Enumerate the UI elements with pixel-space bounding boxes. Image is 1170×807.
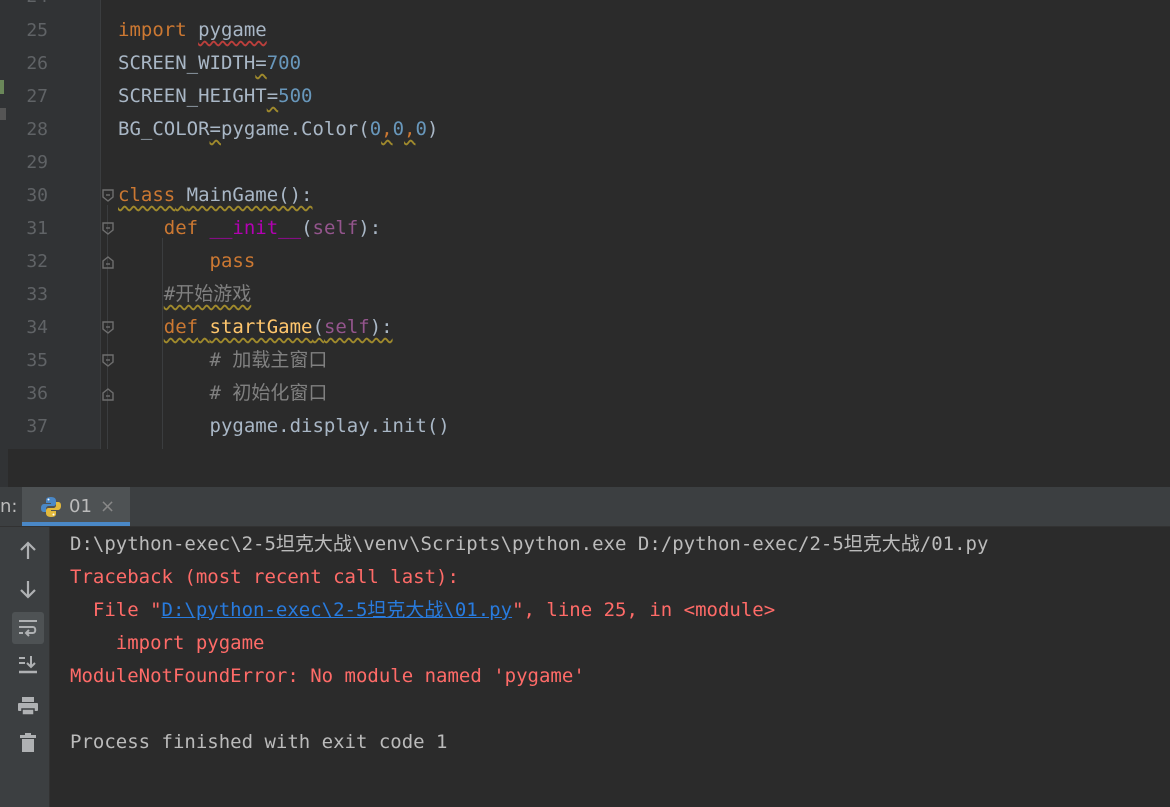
console-file-line: File "D:\python-exec\2-5坦克大战\01.py", lin… — [70, 599, 776, 621]
run-tab-01[interactable]: 01 × — [22, 487, 130, 526]
line-number: 33 — [26, 284, 48, 305]
run-panel-header: n: 01 × — [0, 487, 1170, 527]
line-number: 30 — [26, 185, 48, 206]
console-error-line: ModuleNotFoundError: No module named 'py… — [70, 665, 585, 687]
console-command-line: D:\python-exec\2-5坦克大战\venv\Scripts\pyth… — [70, 533, 989, 555]
trash-icon[interactable] — [12, 727, 44, 759]
code-line: 30 class MainGame(): — [0, 179, 1170, 212]
line-number: 27 — [26, 86, 48, 107]
up-arrow-icon[interactable] — [12, 535, 44, 567]
python-icon — [40, 496, 62, 518]
line-number: 29 — [26, 152, 48, 173]
code-line: 37 pygame.display.init() — [0, 410, 1170, 443]
code-line: 26 SCREEN_WIDTH=700 — [0, 47, 1170, 80]
code-line: 25 import pygame — [0, 14, 1170, 47]
code-editor[interactable]: 24 25 import pygame 26 SCREEN_WIDTH=700 … — [0, 0, 1170, 449]
code-line: 33 #开始游戏 — [0, 278, 1170, 311]
run-panel-label: n: — [0, 496, 18, 517]
code-line: 34 def startGame(self): — [0, 311, 1170, 344]
line-number: 28 — [26, 119, 48, 140]
change-marker — [0, 80, 4, 94]
code-line: 27 SCREEN_HEIGHT=500 — [0, 80, 1170, 113]
code-line: 35 # 加载主窗口 — [0, 344, 1170, 377]
code-line: 31 def __init__(self): — [0, 212, 1170, 245]
line-number: 31 — [26, 218, 48, 239]
tab-label: 01 — [69, 496, 92, 517]
console-traceback-line: Traceback (most recent call last): — [70, 566, 459, 588]
bookmark-marker — [0, 108, 6, 120]
left-tool-strip — [0, 0, 8, 487]
line-number: 32 — [26, 251, 48, 272]
code-line: 28 BG_COLOR=pygame.Color(0,0,0) — [0, 113, 1170, 146]
fold-close-icon[interactable] — [101, 387, 115, 401]
scroll-to-end-icon[interactable] — [12, 649, 44, 681]
line-number: 35 — [26, 350, 48, 371]
fold-close-icon[interactable] — [101, 255, 115, 269]
editor-bottom-strip — [0, 449, 1170, 487]
line-number: 25 — [26, 20, 48, 41]
console-toolbar — [0, 527, 50, 807]
code-line: 32 pass — [0, 245, 1170, 278]
down-arrow-icon[interactable] — [12, 573, 44, 605]
active-tab-indicator — [22, 522, 130, 526]
line-number: 37 — [26, 416, 48, 437]
code-line: 29 — [0, 146, 1170, 179]
fold-open-icon[interactable] — [101, 354, 115, 368]
fold-open-icon[interactable] — [101, 189, 115, 203]
close-icon[interactable]: × — [100, 487, 115, 526]
console-import-line: import pygame — [70, 632, 265, 654]
line-number: 24 — [8, 0, 48, 13]
print-icon[interactable] — [12, 690, 44, 722]
fold-open-icon[interactable] — [101, 222, 115, 236]
file-link[interactable]: D:\python-exec\2-5坦克大战\01.py — [162, 599, 513, 621]
code-line: 36 # 初始化窗口 — [0, 377, 1170, 410]
fold-open-icon[interactable] — [101, 321, 115, 335]
line-number: 34 — [26, 317, 48, 338]
soft-wrap-icon[interactable] — [12, 612, 44, 644]
console-exit-line: Process finished with exit code 1 — [70, 731, 448, 753]
line-number: 36 — [26, 383, 48, 404]
line-number: 26 — [26, 53, 48, 74]
